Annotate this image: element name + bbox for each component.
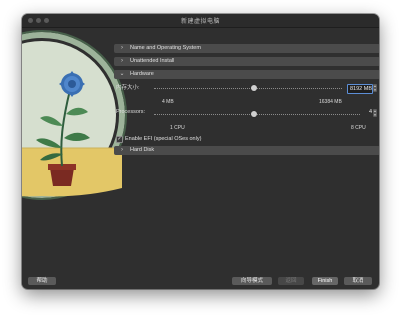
memory-min-label: 4 MB [162, 99, 174, 105]
plant-illustration [22, 30, 127, 200]
memory-slider-handle[interactable] [251, 85, 257, 91]
memory-size-label: 内存大小: [116, 85, 140, 91]
back-button[interactable]: 返回 [278, 277, 304, 285]
processors-slider-track[interactable] [154, 114, 360, 115]
section-label: Hardware [130, 71, 154, 77]
title-bar: 新建虚拟电脑 [22, 14, 379, 28]
check-icon: ✓ [117, 136, 122, 142]
chevron-down-icon: ⌄ [119, 71, 125, 77]
processors-min-label: 1 CPU [170, 125, 185, 131]
memory-max-label: 16384 MB [319, 99, 342, 105]
enable-efi-label: Enable EFI (special OSes only) [125, 136, 202, 142]
new-vm-wizard-window: 新建虚拟电脑 › Name and Operating System › Una… [22, 14, 379, 289]
finish-button[interactable]: Finish [312, 277, 338, 285]
section-label: Hard Disk [130, 147, 155, 153]
wizard-illustration [22, 28, 132, 288]
processors-max-label: 8 CPU [351, 125, 366, 131]
enable-efi-checkbox[interactable]: ✓ [116, 136, 123, 143]
section-name-and-os[interactable]: › Name and Operating System [114, 44, 379, 53]
expert-mode-button[interactable]: 向导模式 [232, 277, 272, 285]
section-label: Name and Operating System [130, 45, 201, 51]
help-button[interactable]: 帮助 [28, 277, 56, 285]
memory-stepper[interactable]: ▲ ▼ [373, 84, 377, 92]
processors-label: Processors: [116, 109, 146, 115]
chevron-right-icon: › [121, 45, 123, 51]
section-label: Unattended Install [130, 58, 175, 64]
processors-value[interactable]: 4 [369, 109, 372, 115]
chevron-right-icon: › [121, 147, 123, 153]
window-title: 新建虚拟电脑 [180, 19, 220, 25]
processors-slider-handle[interactable] [251, 111, 257, 117]
section-hardware[interactable]: ⌄ Hardware [114, 70, 379, 79]
memory-size-field[interactable]: 8192 MB [347, 84, 373, 94]
section-hard-disk[interactable]: › Hard Disk [114, 146, 379, 155]
chevron-right-icon: › [121, 58, 123, 64]
memory-slider-track[interactable] [154, 88, 342, 89]
cancel-button[interactable]: 取消 [344, 277, 372, 285]
section-unattended-install[interactable]: › Unattended Install [114, 57, 379, 66]
processors-stepper[interactable]: ▲ ▼ [373, 109, 377, 117]
